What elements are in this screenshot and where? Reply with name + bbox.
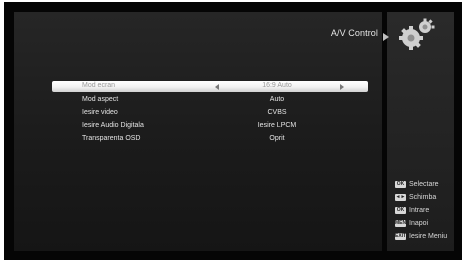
legend-label: Inapoi: [409, 220, 429, 227]
row-value: 16:9 Auto: [262, 82, 292, 89]
row-label: Mod aspect: [82, 96, 119, 103]
ok-key-icon: OK: [395, 181, 406, 188]
menu-row-osd-transparency[interactable]: Transparenta OSD Oprit: [52, 134, 368, 145]
legend-label: Schimba: [409, 194, 437, 201]
row-label: Transparenta OSD: [82, 135, 141, 142]
row-value: Iesire LPCM: [257, 122, 297, 129]
arrow-right-icon[interactable]: [340, 84, 344, 90]
menu-row-screen-mode[interactable]: Mod ecran 16:9 Auto: [52, 81, 368, 92]
legend-label: Intrare: [409, 207, 430, 214]
menu-row-aspect-mode[interactable]: Mod aspect Auto: [52, 95, 368, 106]
row-value: Auto: [269, 96, 285, 103]
legend-label: Selectare: [409, 181, 439, 188]
row-value: Oprit: [269, 135, 285, 142]
title-pointer-icon: [383, 33, 389, 41]
ok-key-icon: OK: [395, 207, 406, 214]
row-label: Mod ecran: [82, 82, 116, 89]
arrow-left-icon[interactable]: [215, 84, 219, 90]
menu-row-digital-audio[interactable]: Iesire Audio Digitala Iesire LPCM: [52, 121, 368, 132]
legend-label: Iesire Meniu: [409, 233, 448, 240]
row-label: Iesire video: [82, 109, 118, 116]
left-right-key-icon: ◄►: [395, 194, 406, 201]
menu-row-video-output[interactable]: Iesire video CVBS: [52, 108, 368, 119]
exit-key-icon: EXIT: [395, 233, 407, 240]
gears-icon: [399, 18, 435, 50]
row-value: CVBS: [267, 109, 287, 116]
menu-key-icon: MENU: [395, 220, 410, 227]
row-label: Iesire Audio Digitala: [82, 122, 144, 129]
menu-title: A/V Control: [330, 28, 378, 38]
